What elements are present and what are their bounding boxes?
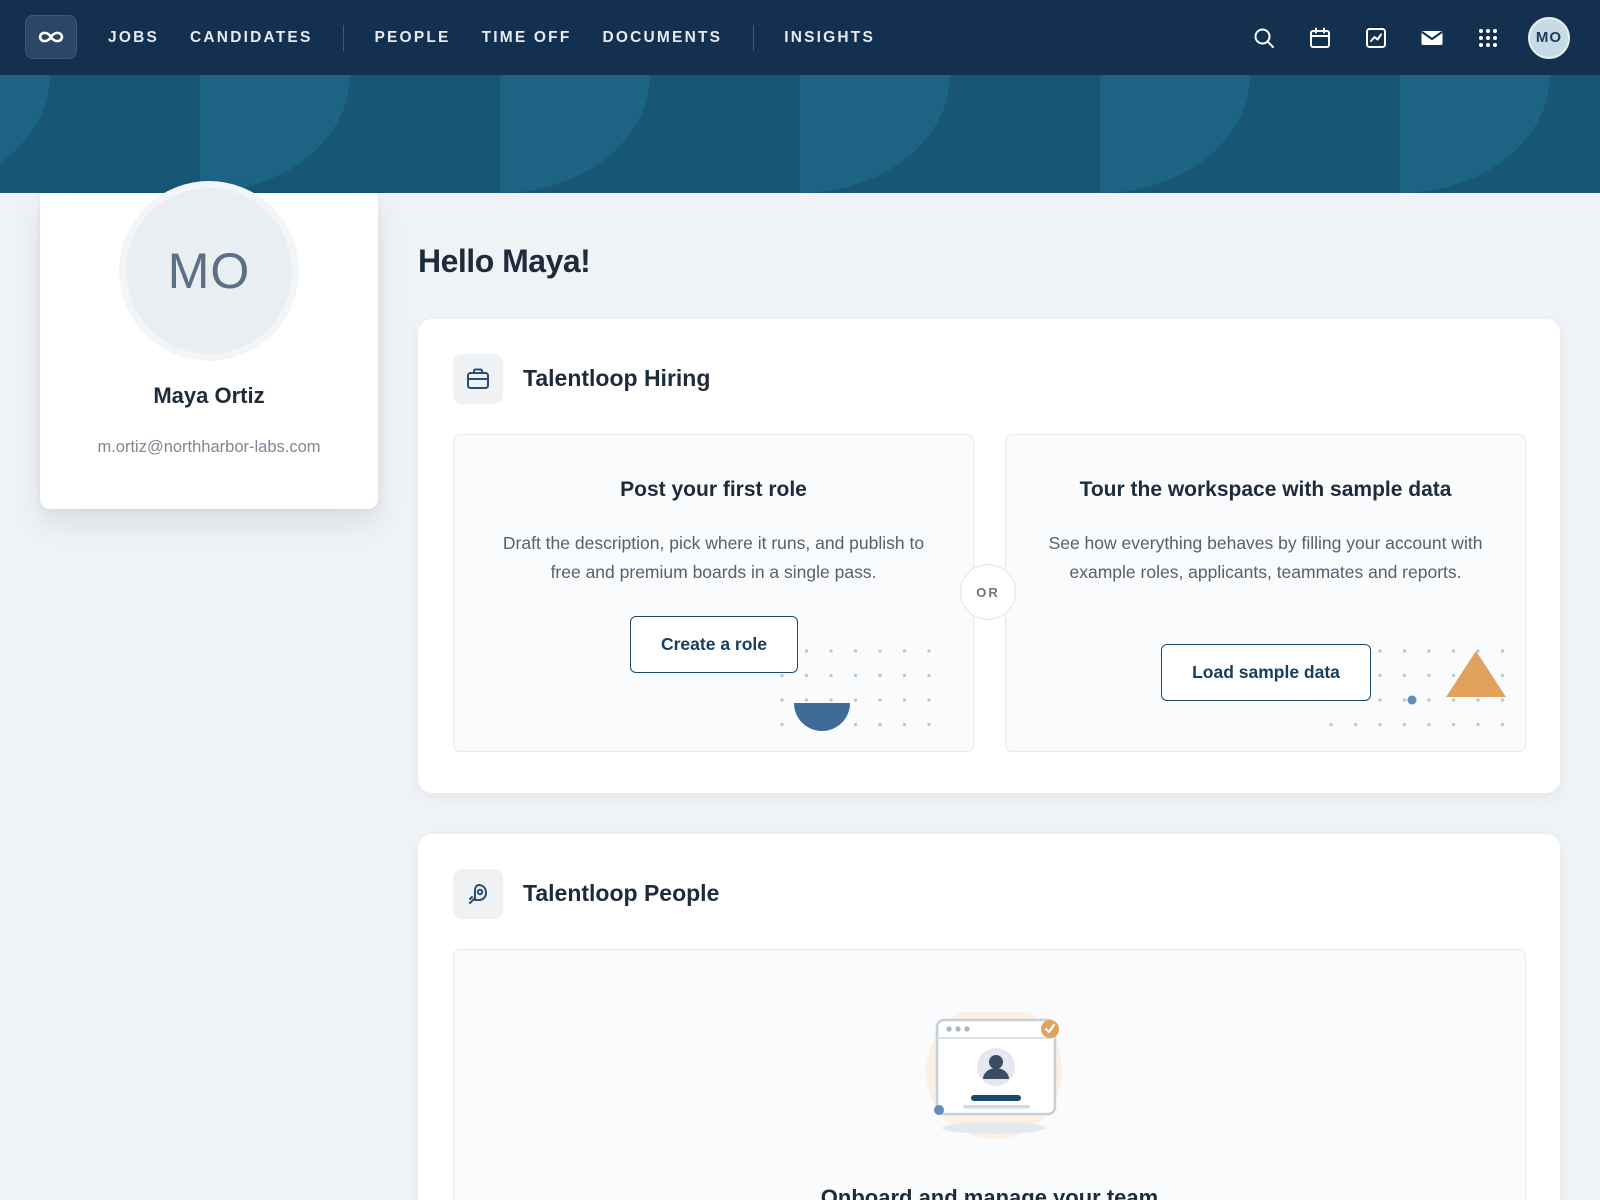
nav-utility-icons: MO [1252, 0, 1600, 75]
hiring-section: Talentloop Hiring Post your first role D… [418, 319, 1560, 793]
nav-link-time-off[interactable]: TIME OFF [482, 29, 572, 47]
section-title-people: Talentloop People [523, 880, 720, 906]
option-sample-data: Tour the workspace with sample data See … [1005, 434, 1526, 752]
briefcase-icon [453, 354, 503, 404]
main-nav-links: JOBS CANDIDATES PEOPLE TIME OFF DOCUMENT… [108, 0, 906, 75]
chart-icon[interactable] [1364, 26, 1388, 50]
load-sample-data-button[interactable]: Load sample data [1161, 644, 1371, 701]
greeting-heading: Hello Maya! [418, 243, 591, 279]
nav-link-insights[interactable]: INSIGHTS [784, 29, 875, 47]
dot-pattern-decoration [780, 649, 931, 731]
onboard-title: Onboard and manage your team [820, 1185, 1159, 1200]
nav-divider [343, 24, 345, 51]
nav-link-candidates[interactable]: CANDIDATES [190, 29, 312, 47]
profile-avatar: MO [119, 181, 299, 361]
profile-name: Maya Ortiz [153, 383, 265, 408]
search-icon[interactable] [1252, 26, 1276, 50]
nav-link-jobs[interactable]: JOBS [108, 29, 159, 47]
onboarding-illustration [926, 1012, 1062, 1139]
create-role-button[interactable]: Create a role [630, 616, 798, 673]
or-divider-badge: OR [960, 564, 1016, 620]
rocket-icon [453, 869, 503, 919]
onboard-panel: Onboard and manage your team [453, 949, 1526, 1200]
infinity-icon[interactable] [25, 15, 77, 59]
people-section: Talentloop People Onboard and manage you… [418, 834, 1560, 1200]
profile-email: m.ortiz@northharbor-labs.com [97, 438, 321, 456]
top-navigation-bar: JOBS CANDIDATES PEOPLE TIME OFF DOCUMENT… [0, 0, 1600, 75]
profile-card: MO Maya Ortiz m.ortiz@northharbor-labs.c… [40, 181, 378, 509]
user-avatar[interactable]: MO [1528, 16, 1570, 59]
calendar-icon[interactable] [1308, 26, 1332, 50]
nav-link-people[interactable]: PEOPLE [374, 29, 450, 47]
option-post-role: Post your first role Draft the descripti… [453, 434, 974, 752]
apps-grid-icon[interactable] [1476, 26, 1500, 50]
section-title-hiring: Talentloop Hiring [523, 365, 711, 391]
dot-pattern-decoration [1329, 649, 1506, 727]
mail-icon[interactable] [1420, 26, 1444, 50]
nav-divider [753, 24, 755, 51]
nav-link-documents[interactable]: DOCUMENTS [603, 29, 723, 47]
header-banner [0, 75, 1600, 193]
